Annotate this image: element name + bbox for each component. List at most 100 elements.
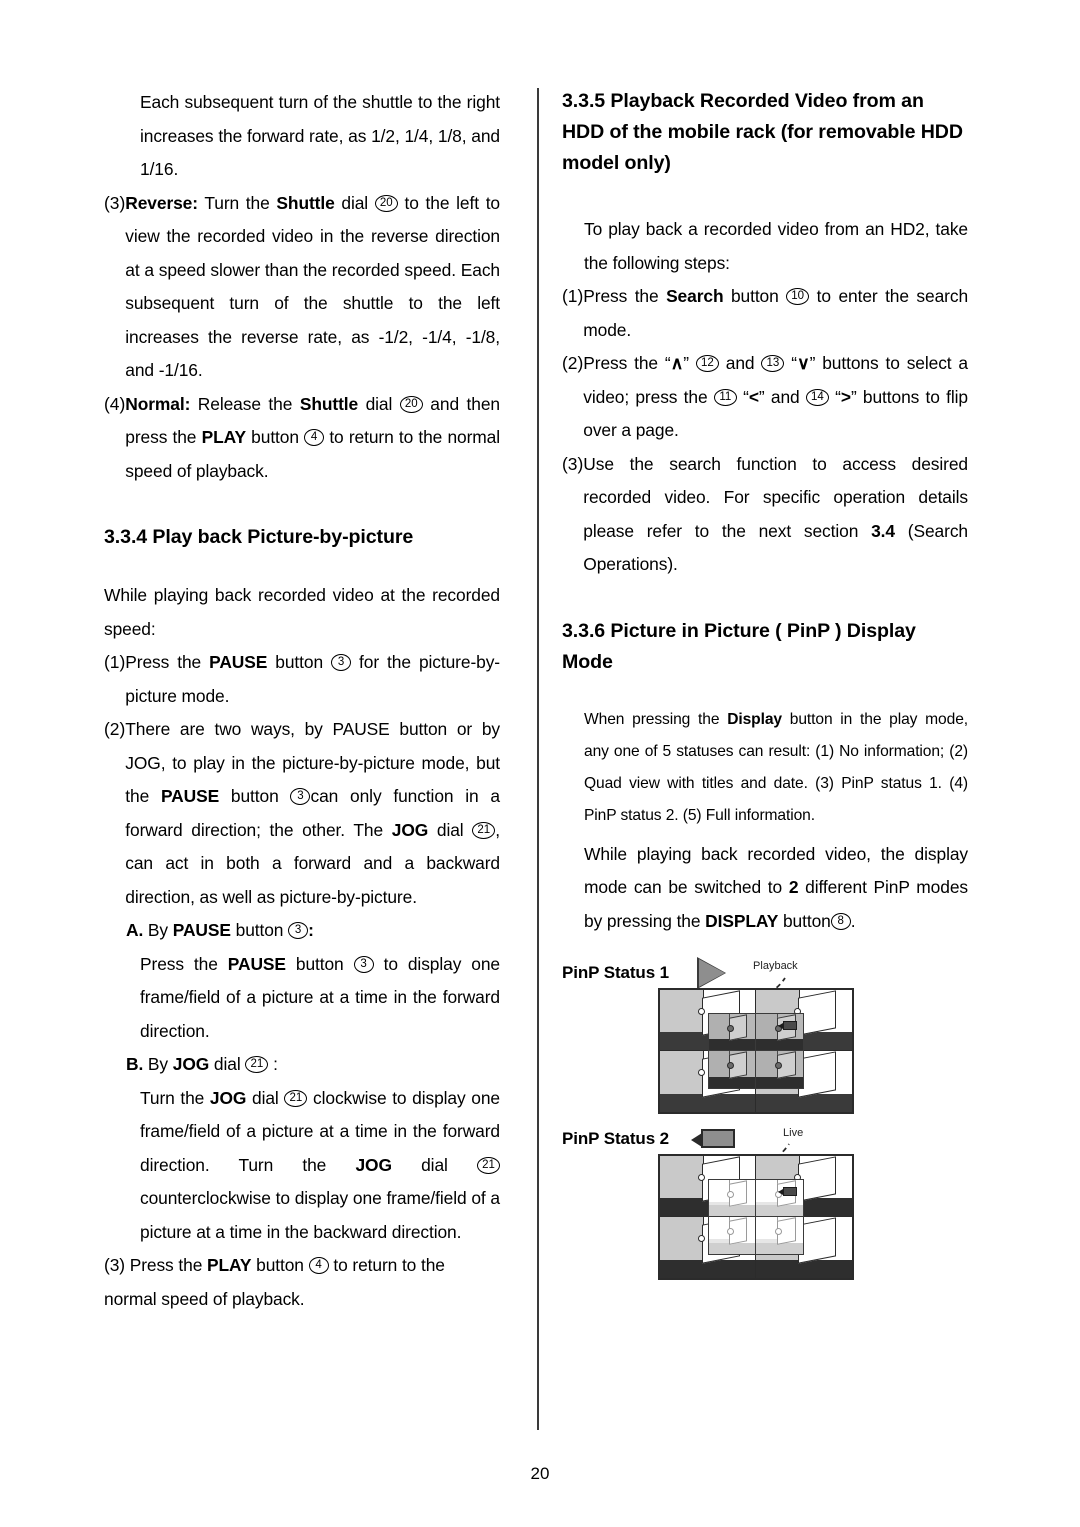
list-item-play-return: (3) Press the PLAY button 4 to return to… xyxy=(104,1255,445,1309)
list-item-body: Press the Search button 10 to enter the … xyxy=(583,286,969,340)
floor xyxy=(709,1205,755,1216)
term-jog: JOG xyxy=(209,1087,247,1108)
term-pause: PAUSE xyxy=(172,920,231,940)
list-marker: (3) xyxy=(562,453,584,474)
right-arrow-icon: > xyxy=(840,386,851,407)
sub-item-marker-a: A. xyxy=(126,920,144,940)
circled-number-4: 4 xyxy=(304,429,325,446)
circled-number-21: 21 xyxy=(245,1056,269,1073)
sub-item-b-heading: B. By JOG dial 21 : xyxy=(126,1054,278,1074)
term-play: PLAY xyxy=(201,427,246,447)
section-heading-3-3-5: 3.3.5 Playback Recorded Video from an HD… xyxy=(562,90,963,174)
section-ref-3-4: 3.4 xyxy=(871,520,895,541)
room-scene xyxy=(709,1050,755,1088)
pinp-inset-status-1 xyxy=(708,1013,804,1089)
list-item-body: Press the “∧” 12 and 13 “∨” buttons to s… xyxy=(583,353,969,440)
room-scene xyxy=(756,1180,803,1216)
right-column: 3.3.5 Playback Recorded Video from an HD… xyxy=(562,86,968,1280)
column-divider xyxy=(537,88,539,1430)
floor xyxy=(756,1242,803,1254)
term-reverse: Reverse: xyxy=(125,192,198,213)
list-item-arrow-buttons: (2) Press the “∧” 12 and 13 “∨” buttons … xyxy=(562,347,968,448)
floor xyxy=(709,1076,755,1088)
paragraph-display-statuses: When pressing the Display button in the … xyxy=(584,710,968,824)
term-normal: Normal: xyxy=(125,393,191,414)
down-arrow-icon: ∨ xyxy=(797,353,810,373)
floor xyxy=(756,1039,803,1050)
term-jog: JOG xyxy=(355,1154,392,1175)
list-item-body: Reverse: Turn the Shuttle dial 20 to the… xyxy=(125,192,500,381)
wall xyxy=(660,1217,704,1255)
inset-cell xyxy=(756,1050,803,1088)
list-item-body: Use the search function to access desire… xyxy=(583,453,968,575)
figure-2-icon-zone: Live xyxy=(691,1124,847,1171)
room-scene xyxy=(756,1014,803,1050)
floor xyxy=(709,1039,755,1050)
video-camera-icon xyxy=(778,1186,798,1196)
list-item-use-search: (3) Use the search function to access de… xyxy=(562,448,968,582)
pinp-status-2-label: PinP Status 2 xyxy=(562,1129,670,1148)
circled-number-21: 21 xyxy=(477,1156,500,1174)
page-number: 20 xyxy=(530,1464,550,1483)
inset-cell xyxy=(709,1216,756,1254)
section-heading-3-3-6: 3.3.6 Picture in Picture ( PinP ) Displa… xyxy=(562,619,916,673)
inset-cell xyxy=(709,1050,756,1088)
circled-number-3: 3 xyxy=(288,922,309,939)
list-marker: (1) xyxy=(104,652,126,672)
figure-2-caption: Live xyxy=(783,1127,804,1139)
list-item-reverse: (3) Reverse: Turn the Shuttle dial 20 to… xyxy=(104,187,500,388)
paragraph-shuttle-continued: Each subsequent turn of the shuttle to t… xyxy=(140,92,500,179)
list-marker: (4) xyxy=(104,393,126,414)
pinp-status-1-label: PinP Status 1 xyxy=(562,963,670,982)
wall xyxy=(756,1050,778,1074)
circled-number-11: 11 xyxy=(713,388,737,406)
circled-number-3: 3 xyxy=(290,788,311,805)
left-arrow-icon: < xyxy=(748,386,759,407)
circled-number-14: 14 xyxy=(805,388,829,406)
inset-cell xyxy=(756,1014,803,1051)
room-scene xyxy=(756,1050,803,1088)
room-scene xyxy=(709,1014,755,1050)
play-triangle-fill xyxy=(699,959,726,987)
list-marker: (1) xyxy=(562,286,584,306)
list-item-body: Normal: Release the Shuttle dial 20 and … xyxy=(125,393,500,481)
list-item-two-ways: (2) There are two ways, by PAUSE button … xyxy=(104,713,500,914)
room-scene xyxy=(709,1216,755,1254)
circled-number-4: 4 xyxy=(308,1257,329,1274)
room-scene xyxy=(709,1180,755,1216)
circled-number-3: 3 xyxy=(331,654,352,671)
up-arrow-icon: ∧ xyxy=(670,353,684,373)
list-item-normal: (4) Normal: Release the Shuttle dial 20 … xyxy=(104,388,500,489)
term-shuttle: Shuttle xyxy=(299,393,359,414)
paragraph-intro-334: While playing back recorded video at the… xyxy=(104,585,500,639)
list-item-pause-mode: (1) Press the PAUSE button 3 for the pic… xyxy=(104,646,500,713)
figure-2-header: PinP Status 2 Live xyxy=(562,1124,968,1171)
video-camera-icon xyxy=(691,1129,736,1148)
term-pause: PAUSE xyxy=(209,652,268,672)
term-display-button: DISPLAY xyxy=(705,910,779,931)
figure-1-header: PinP Status 1 Playback xyxy=(562,957,968,1002)
inset-cell xyxy=(756,1180,803,1217)
pinp-inset-status-2 xyxy=(708,1179,804,1255)
term-shuttle: Shuttle xyxy=(276,192,335,213)
left-column: Each subsequent turn of the shuttle to t… xyxy=(104,86,500,1316)
list-item-press-search: (1) Press the Search button 10 to enter … xyxy=(562,280,968,347)
video-camera-icon xyxy=(778,1020,798,1030)
door-knob xyxy=(698,1174,705,1181)
figure-pinp-status-1: PinP Status 1 Playback xyxy=(562,957,968,1114)
figure-pinp-status-2: PinP Status 2 Live xyxy=(562,1124,968,1280)
document-page: Each subsequent turn of the shuttle to t… xyxy=(0,0,1080,1527)
circled-number-21: 21 xyxy=(284,1089,308,1107)
inset-cell xyxy=(709,1014,756,1051)
term-search: Search xyxy=(666,286,724,306)
wall xyxy=(756,1216,778,1240)
term-play: PLAY xyxy=(207,1255,252,1275)
quad-view-status-2 xyxy=(658,1154,854,1280)
floor xyxy=(756,1076,803,1088)
term-jog: JOG xyxy=(172,1054,210,1074)
term-pause: PAUSE xyxy=(160,786,220,806)
wall xyxy=(660,1156,704,1194)
floor xyxy=(756,1205,803,1216)
list-marker: (2) xyxy=(104,719,126,739)
door-knob xyxy=(774,1228,782,1236)
